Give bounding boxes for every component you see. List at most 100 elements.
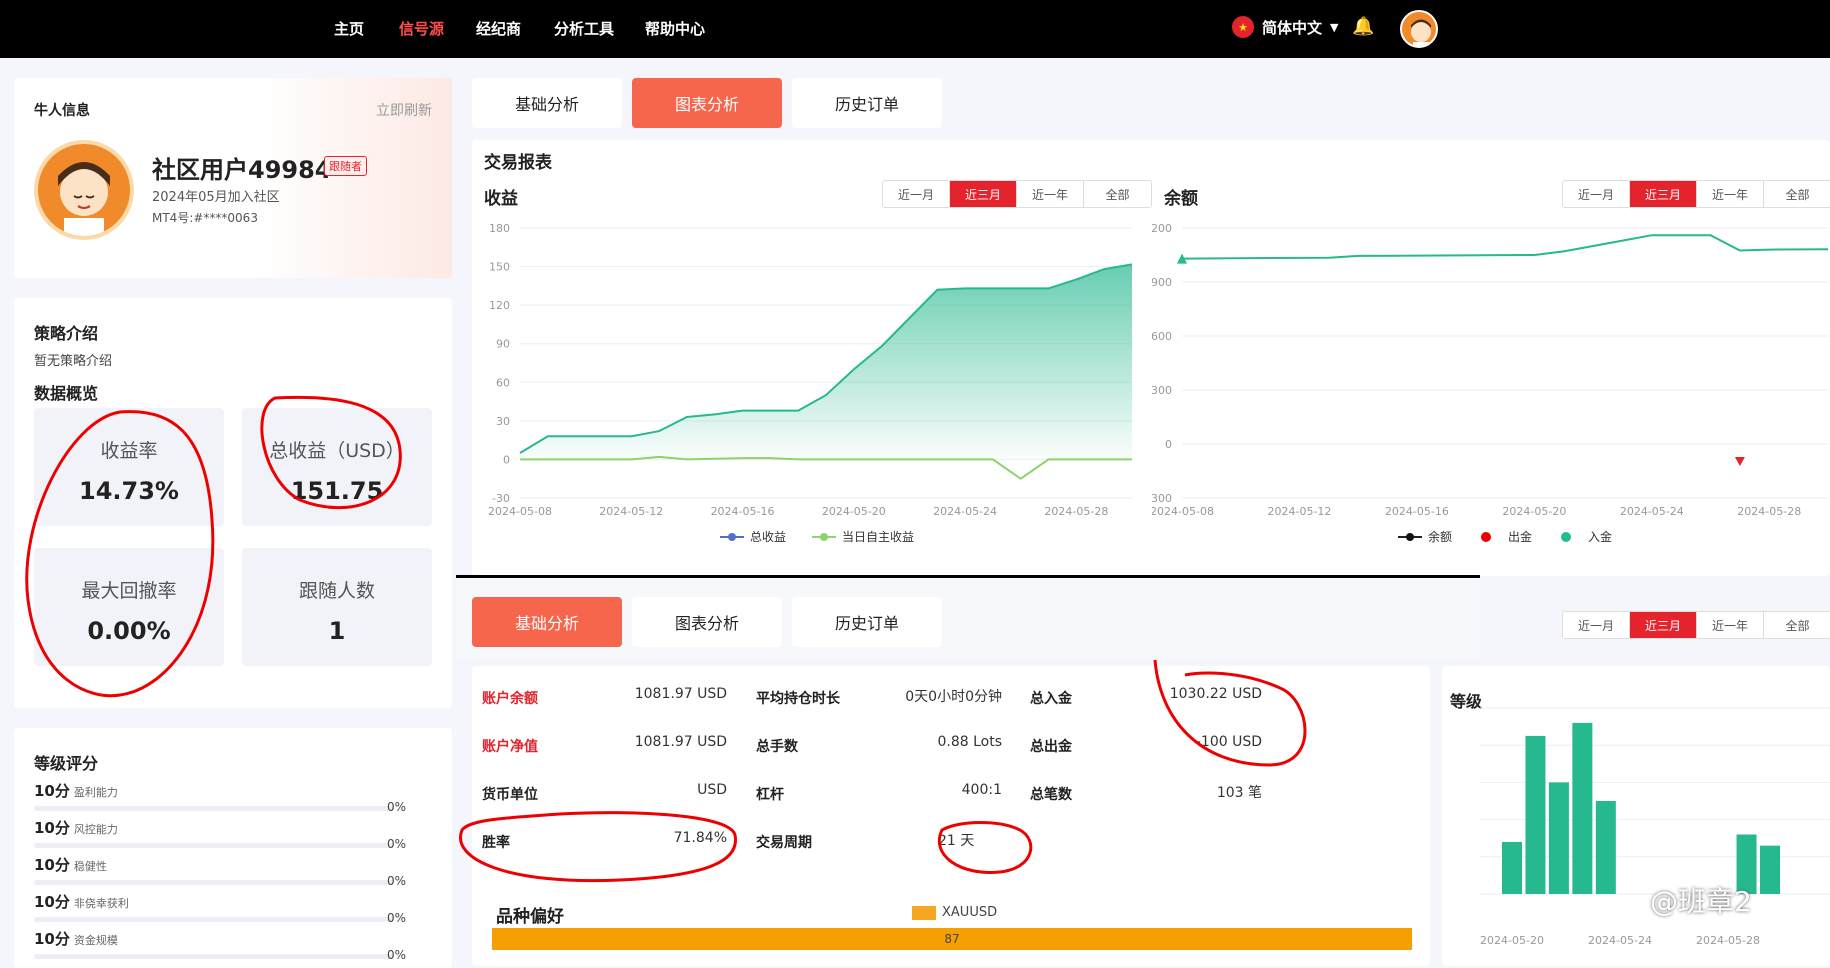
grade-name: 非侥幸获利 <box>73 897 129 910</box>
range-1y[interactable]: 近一年 <box>1697 612 1764 638</box>
range-1y[interactable]: 近一年 <box>1697 181 1764 207</box>
series-line <box>520 455 1132 480</box>
grade-pct: 0% <box>387 837 407 851</box>
grade-row: 10分 风控能力 <box>34 817 118 838</box>
grade-score: 10分 <box>34 782 70 800</box>
legend-label: 总收益 <box>750 530 786 544</box>
tab-history-orders[interactable]: 历史订单 <box>792 597 942 647</box>
y-tick-label: 30 <box>496 415 510 428</box>
mt4-number: MT4号:#****0063 <box>152 211 258 225</box>
range-3m[interactable]: 近三月 <box>1630 181 1697 207</box>
tab-basic-analysis[interactable]: 基础分析 <box>472 597 622 647</box>
legend-label: 出金 <box>1508 529 1532 544</box>
refresh-button[interactable]: 立即刷新 <box>376 100 432 120</box>
grade-bar <box>34 880 394 885</box>
tile-value: 14.73% <box>79 477 179 505</box>
y-tick-label: 1,200 <box>1152 222 1172 235</box>
join-date: 2024年05月加入社区 <box>152 190 280 205</box>
bar <box>1595 801 1616 894</box>
bar <box>1525 735 1546 894</box>
grade-name: 资金规模 <box>73 934 118 947</box>
bell-icon[interactable]: 🔔 <box>1352 16 1374 37</box>
language-selector[interactable]: ★ 简体中文 ▼ <box>1232 16 1338 38</box>
range-all[interactable]: 全部 <box>1084 181 1151 207</box>
stat-label: 总笔数 <box>1030 787 1072 803</box>
x-tick-label: 2024-05-28 <box>1696 934 1760 947</box>
grade-pct: 0% <box>387 800 407 814</box>
tile-value: 151.75 <box>290 477 384 505</box>
stat-value: 1030.22 USD <box>1169 686 1262 702</box>
grade-row: 10分 资金规模 <box>34 928 118 949</box>
y-tick-label: 120 <box>489 299 510 312</box>
stat-label: 胜率 <box>482 835 510 851</box>
legend-swatch <box>912 906 936 920</box>
grade-score: 10分 <box>34 893 70 911</box>
range-1m[interactable]: 近一月 <box>883 181 950 207</box>
grade-name: 稳健性 <box>73 860 107 873</box>
stat-label: 货币单位 <box>482 787 538 803</box>
x-tick-label: 2024-05-24 <box>933 505 997 518</box>
grade-pct: 0% <box>387 874 407 888</box>
profile-card: 牛人信息 立即刷新 社区用户49984 跟随者 2024年05月加入社区 MT4… <box>14 78 452 278</box>
nav-home[interactable]: 主页 <box>334 18 364 39</box>
range-1y[interactable]: 近一年 <box>1017 181 1084 207</box>
user-avatar[interactable] <box>1400 10 1438 48</box>
watermark: @班章2 <box>1650 885 1752 918</box>
x-tick-label: 2024-05-08 <box>488 505 552 518</box>
stat-label: 总手数 <box>756 739 798 755</box>
grade-row: 10分 盈利能力 <box>34 780 118 801</box>
nav-analysis-tools[interactable]: 分析工具 <box>554 18 614 39</box>
x-tick-label: 2024-05-12 <box>599 505 663 518</box>
y-tick-label: 900 <box>1152 276 1172 289</box>
top-navbar: 主页 信号源 经纪商 分析工具 帮助中心 ★ 简体中文 ▼ 🔔 <box>0 0 1830 58</box>
stat-tile-total-profit: 总收益（USD） 151.75 <box>242 408 432 526</box>
grade-score: 10分 <box>34 930 70 948</box>
bar <box>1502 841 1522 894</box>
nav-brokers[interactable]: 经纪商 <box>476 18 521 39</box>
legend-dot <box>1406 533 1414 541</box>
stat-value: 71.84% <box>673 830 727 846</box>
balance-range-selector: 近一月 近三月 近一年 全部 <box>1562 180 1830 208</box>
range-3m[interactable]: 近三月 <box>950 181 1017 207</box>
bar-chart-card: 等级 2024-05-20 2024-05-24 2024-05-28 <box>1442 666 1830 966</box>
x-tick-label: 2024-05-16 <box>1385 505 1449 518</box>
stat-value: USD <box>697 782 727 798</box>
stat-tile-return-rate: 收益率 14.73% <box>34 408 224 526</box>
range-all[interactable]: 全部 <box>1764 612 1830 638</box>
tile-label: 最大回撤率 <box>81 580 177 602</box>
bar <box>1760 845 1780 894</box>
profit-chart: 180 150 120 90 60 30 0 -302024-05-08 2024-05-12 2… <box>488 222 1132 544</box>
range-1m[interactable]: 近一月 <box>1563 181 1630 207</box>
stat-tile-max-drawdown: 最大回撤率 0.00% <box>34 548 224 666</box>
strategy-card: 策略介绍 暂无策略介绍 数据概览 收益率 14.73% 总收益（USD） 151… <box>14 298 452 708</box>
tab-chart-analysis[interactable]: 图表分析 <box>632 597 782 647</box>
range-1m[interactable]: 近一月 <box>1563 612 1630 638</box>
profit-chart-title: 收益 <box>484 189 518 209</box>
report-title: 交易报表 <box>484 153 552 173</box>
range-3m[interactable]: 近三月 <box>1630 612 1697 638</box>
overview-title: 数据概览 <box>34 384 99 403</box>
grade-name: 盈利能力 <box>73 786 118 799</box>
chevron-down-icon: ▼ <box>1330 20 1339 34</box>
x-tick-label: 2024-05-20 <box>1480 934 1544 947</box>
tab-basic-analysis[interactable]: 基础分析 <box>472 78 622 128</box>
range-all[interactable]: 全部 <box>1764 181 1830 207</box>
x-tick-label: 2024-05-24 <box>1588 934 1652 947</box>
y-tick-label: 180 <box>489 222 510 235</box>
x-tick-label: 2024-05-08 <box>1152 505 1214 518</box>
grade-score: 10分 <box>34 856 70 874</box>
bar-range-selector: 近一月 近三月 近一年 全部 <box>1562 611 1830 639</box>
grade-bar <box>34 806 394 811</box>
grade-bar <box>34 954 394 959</box>
grade-row: 10分 稳健性 <box>34 854 107 875</box>
stat-value: 1081.97 USD <box>634 734 727 750</box>
balance-chart: 1,200 900 600 300 0 -3002024-05-08 2024-05-12 2… <box>1152 222 1829 544</box>
nav-help-center[interactable]: 帮助中心 <box>645 18 705 39</box>
grade-title: 等级评分 <box>34 754 99 773</box>
tile-value: 1 <box>328 617 346 645</box>
tile-label: 跟随人数 <box>298 580 375 602</box>
profile-avatar <box>34 140 134 240</box>
nav-signals[interactable]: 信号源 <box>399 18 444 39</box>
tab-chart-analysis[interactable]: 图表分析 <box>632 78 782 128</box>
tab-history-orders[interactable]: 历史订单 <box>792 78 942 128</box>
